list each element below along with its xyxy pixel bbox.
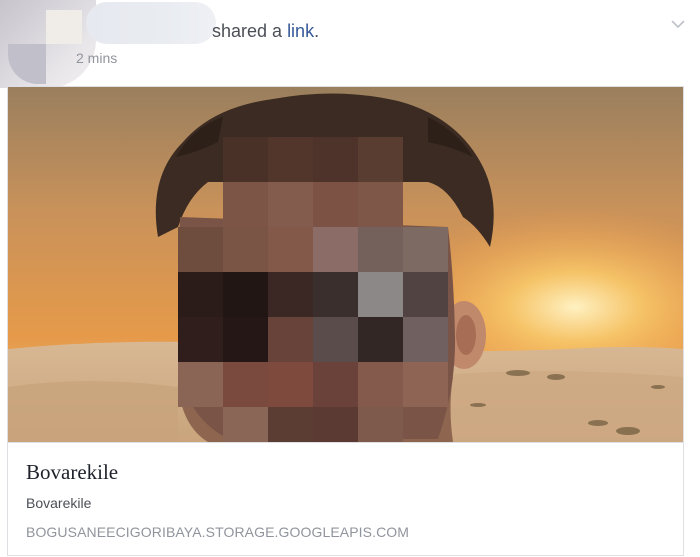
link-title[interactable]: Bovarekile (26, 459, 118, 485)
headline-link[interactable]: link (287, 21, 314, 41)
link-domain: BOGUSANEECIGORIBAYA.STORAGE.GOOGLEAPIS.C… (26, 524, 410, 540)
post-menu-button[interactable] (668, 14, 688, 34)
link-preview-card[interactable]: Bovarekile Bovarekile BOGUSANEECIGORIBAY… (7, 86, 684, 556)
headline-action-text: shared a (212, 21, 288, 41)
author-name-redacted[interactable] (86, 2, 216, 44)
link-description: Bovarekile (26, 495, 92, 511)
post-header: shared a link. 2 mins (0, 0, 700, 88)
link-preview-image[interactable] (8, 87, 683, 442)
avatar[interactable] (0, 0, 96, 88)
post-timestamp[interactable]: 2 mins (76, 50, 117, 66)
chevron-down-icon (671, 20, 685, 28)
link-preview-info[interactable]: Bovarekile Bovarekile BOGUSANEECIGORIBAY… (8, 442, 683, 557)
preview-photo (8, 87, 683, 442)
headline-period: . (314, 21, 320, 41)
post-headline: shared a link. (212, 20, 319, 42)
